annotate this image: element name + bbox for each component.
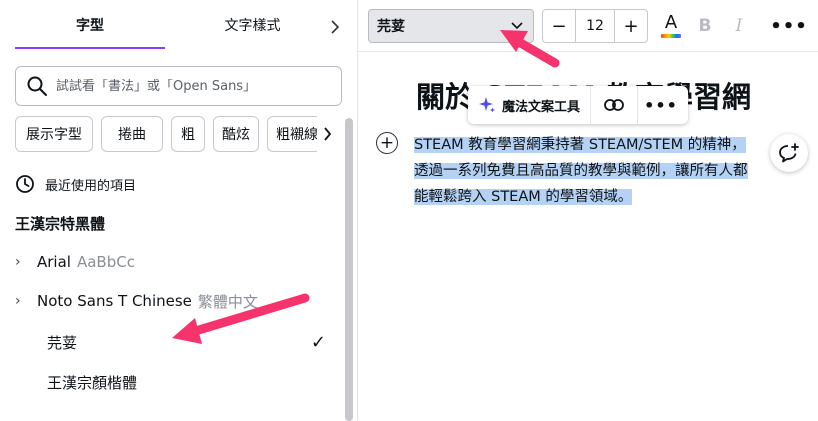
- add-element-button[interactable]: +: [376, 132, 398, 154]
- decrease-size-button[interactable]: −: [543, 10, 575, 42]
- font-item-wang-hanzong-kai[interactable]: 王漢宗顏楷體: [15, 363, 340, 401]
- chip-cool[interactable]: 酷炫: [213, 116, 259, 152]
- font-family-value: 芫荽: [377, 19, 405, 35]
- chip-curly[interactable]: 捲曲: [101, 116, 163, 152]
- tab-fonts[interactable]: 字型: [15, 0, 165, 50]
- font-search[interactable]: [15, 66, 342, 106]
- increase-size-button[interactable]: +: [615, 10, 647, 42]
- font-family-dropdown[interactable]: 芫荽: [368, 9, 534, 43]
- active-tab-indicator: [15, 47, 165, 49]
- clock-icon: [16, 175, 34, 193]
- body-textbox[interactable]: STEAM 教育學習網秉持著 STEAM/STEM 的精神，透過一系列免費且高品…: [414, 132, 759, 210]
- text-color-button[interactable]: A: [654, 9, 688, 43]
- font-item-noto-sans-tc[interactable]: › Noto Sans T Chinese 繁體中文: [15, 282, 340, 320]
- add-comment-button[interactable]: [770, 134, 808, 172]
- bold-button[interactable]: B: [688, 9, 722, 43]
- font-item-wang-hanzong-bold[interactable]: 王漢宗特黑體: [15, 204, 340, 242]
- link-button[interactable]: [591, 86, 637, 124]
- font-sample: 繁體中文: [197, 292, 258, 311]
- panel-scrollbar[interactable]: [345, 118, 353, 421]
- font-name: 王漢宗顏楷體: [47, 373, 138, 392]
- magic-write-label: 魔法文案工具: [502, 99, 581, 115]
- checkmark-icon: ✓: [310, 331, 326, 353]
- recent-fonts-label: 最近使用的項目: [45, 178, 137, 194]
- text-color-icon: A: [664, 12, 678, 33]
- font-category-chips: 展示字型 捲曲 粗 酷炫 粗襯線體: [15, 116, 337, 152]
- expand-chevron-icon[interactable]: ›: [15, 254, 37, 270]
- chevron-right-icon[interactable]: [325, 17, 345, 37]
- selected-text: STEAM 教育學習網秉持著 STEAM/STEM 的精神，透過一系列免費且高品…: [414, 137, 748, 205]
- editor-toolbar: 芫荽 − 12 + A B I •••: [358, 0, 818, 52]
- recent-fonts-header: 最近使用的項目: [15, 173, 136, 195]
- menu-more-button[interactable]: •••: [638, 86, 684, 124]
- tab-text-styles[interactable]: 文字樣式: [180, 0, 325, 50]
- font-name: 王漢宗特黑體: [15, 214, 106, 233]
- design-canvas: 關於 STEAM 教育學習網 魔法文案工具 ••• + STEAM 教育學習網秉…: [358, 52, 818, 421]
- search-icon: [27, 76, 47, 96]
- chip-display[interactable]: 展示字型: [15, 116, 93, 152]
- font-sample: AaBbCc: [76, 253, 135, 271]
- font-item-yuan-sui[interactable]: 芫荽 ✓: [15, 323, 340, 361]
- color-bar: [661, 34, 681, 38]
- font-name: Arial: [37, 253, 71, 271]
- more-options-button[interactable]: •••: [770, 9, 807, 43]
- search-input[interactable]: [56, 78, 336, 94]
- chip-bold[interactable]: 粗: [171, 116, 205, 152]
- chips-chevron-right-icon[interactable]: [317, 116, 337, 152]
- floating-context-menu: 魔法文案工具 •••: [468, 86, 688, 124]
- sparkle-icon: [479, 97, 495, 113]
- magic-write-button[interactable]: 魔法文案工具: [468, 86, 590, 124]
- font-name: 芫荽: [47, 333, 78, 352]
- font-panel: 字型 文字樣式 展示字型 捲曲 粗 酷炫 粗襯線體 最近使用的項目 王漢宗特黑體: [0, 0, 358, 421]
- panel-tabs: 字型 文字樣式: [0, 0, 358, 50]
- font-name: Noto Sans T Chinese: [37, 292, 192, 310]
- chevron-down-icon: [511, 22, 523, 30]
- font-size-input[interactable]: 12: [575, 10, 615, 42]
- font-item-arial[interactable]: › Arial AaBbCc: [15, 243, 340, 281]
- font-size-stepper: − 12 +: [542, 9, 648, 43]
- comment-add-icon: [779, 143, 799, 163]
- italic-button[interactable]: I: [722, 9, 756, 43]
- expand-chevron-icon[interactable]: ›: [15, 293, 37, 309]
- link-icon: [604, 99, 624, 111]
